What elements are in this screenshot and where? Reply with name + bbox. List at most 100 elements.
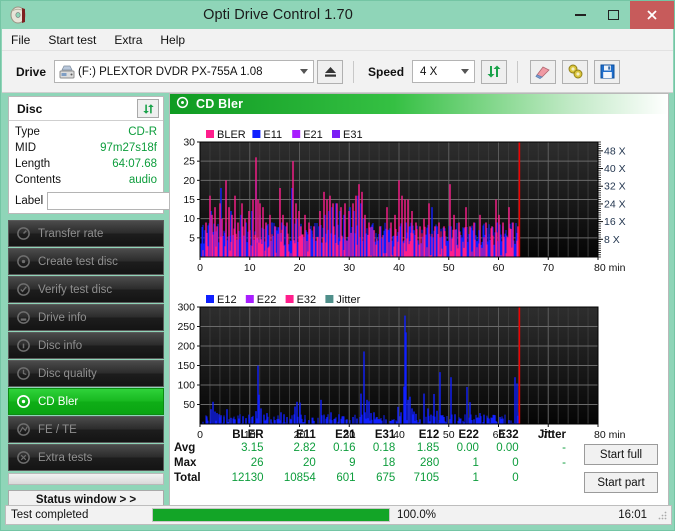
svg-text:200: 200 xyxy=(177,341,195,353)
svg-text:E32: E32 xyxy=(297,294,317,306)
svg-text:E12: E12 xyxy=(217,294,237,306)
svg-text:40: 40 xyxy=(393,262,405,274)
stat-cell: 0.18 xyxy=(372,442,396,454)
settings-button[interactable] xyxy=(562,59,589,84)
nav-list: Transfer rate Create test disc Verify te… xyxy=(8,220,164,471)
sidebar-item-disc-info[interactable]: Disc info xyxy=(8,332,164,359)
stat-cell: 280 xyxy=(420,457,440,469)
sidebar-item-disc-quality[interactable]: Disc quality xyxy=(8,360,164,387)
disc-info-box: Disc Type CD-R MID 97m27s18f Length 64:0… xyxy=(8,96,252,214)
menu-start-test[interactable]: Start test xyxy=(39,30,105,50)
start-part-button[interactable]: Start part xyxy=(584,472,658,493)
stat-cell xyxy=(523,471,570,486)
sidebar-item-transfer-rate[interactable]: Transfer rate xyxy=(8,220,164,247)
svg-text:16 X: 16 X xyxy=(604,216,626,228)
stat-cell: 1 xyxy=(472,457,479,469)
disc-label-caption: Label xyxy=(15,194,44,207)
disc-row-type: Type CD-R xyxy=(15,124,157,140)
menu-bar: File Start test Extra Help xyxy=(2,29,673,51)
speed-label: Speed xyxy=(368,64,405,79)
stat-cell: 675 xyxy=(376,472,396,484)
svg-text:40 X: 40 X xyxy=(604,163,626,175)
disc-length-value: 64:07.68 xyxy=(112,158,157,170)
stat-cell: 0.00 xyxy=(496,442,519,454)
extra-icon xyxy=(16,450,31,465)
svg-text:20: 20 xyxy=(183,175,195,187)
sidebar-label: Disc info xyxy=(38,339,83,352)
maximize-icon xyxy=(608,10,619,20)
svg-text:10: 10 xyxy=(244,262,256,274)
status-bar: Test completed 100.0% 16:01 xyxy=(5,505,672,525)
sidebar-label: CD Bler xyxy=(38,395,79,408)
menu-extra[interactable]: Extra xyxy=(105,30,151,50)
svg-text:50: 50 xyxy=(443,262,455,274)
start-full-button[interactable]: Start full xyxy=(584,444,658,465)
svg-text:10: 10 xyxy=(183,213,195,225)
speed-value: 4 X xyxy=(420,65,438,78)
sidebar-item-fe-te[interactable]: FE / TE xyxy=(8,416,164,443)
disc-properties: Type CD-R MID 97m27s18f Length 64:07.68 … xyxy=(9,121,252,210)
svg-text:80 min: 80 min xyxy=(594,262,626,274)
speed-select[interactable]: 4 X xyxy=(412,60,476,83)
left-panel: Disc Type CD-R MID 97m27s18f Length 64:0… xyxy=(8,96,252,510)
drive-select[interactable]: (F:) PLEXTOR DVDR PX-755A 1.08 xyxy=(54,60,315,83)
stat-cell: 3.15 xyxy=(241,442,264,454)
refresh-icon xyxy=(142,103,154,114)
stat-row-label: Avg xyxy=(174,442,196,454)
svg-text:24 X: 24 X xyxy=(604,198,626,210)
bler-chart: BLER E11 E21 E31 5 10 15 20 25 30 0 10 20 30 40 50 60 70 8… xyxy=(170,114,668,287)
stat-cell: 0.16 xyxy=(333,442,356,454)
svg-text:E22: E22 xyxy=(257,294,277,306)
sidebar-item-verify-test-disc[interactable]: Verify test disc xyxy=(8,276,164,303)
nav-spacer xyxy=(8,473,164,485)
start-buttons: Start full Start part xyxy=(584,444,658,500)
menu-file[interactable]: File xyxy=(2,30,39,50)
stat-cell: 20 xyxy=(303,457,316,469)
close-button[interactable] xyxy=(630,1,674,29)
stat-cell: 1 xyxy=(472,472,479,484)
sidebar-label: Drive info xyxy=(38,311,87,324)
stat-cell: - xyxy=(562,457,566,469)
menu-help[interactable]: Help xyxy=(151,30,194,50)
stat-cell: 0.00 xyxy=(456,442,479,454)
svg-text:60: 60 xyxy=(493,262,505,274)
sidebar-item-create-test-disc[interactable]: Create test disc xyxy=(8,248,164,275)
table-row: Avg 3.15 2.82 0.16 0.18 1.85 0.00 0.00 - xyxy=(170,441,570,456)
burn-icon xyxy=(16,254,31,269)
sidebar-item-drive-info[interactable]: Drive info xyxy=(8,304,164,331)
svg-text:300: 300 xyxy=(177,302,195,314)
svg-text:80 min: 80 min xyxy=(594,429,626,441)
erase-button[interactable] xyxy=(530,59,557,84)
eject-button[interactable] xyxy=(317,59,344,84)
fete-icon xyxy=(16,422,31,437)
drive-value: (F:) PLEXTOR DVDR PX-755A 1.08 xyxy=(78,65,263,78)
svg-text:E21: E21 xyxy=(303,129,323,141)
disc-type-label: Type xyxy=(15,126,40,138)
quality-icon xyxy=(16,366,31,381)
progress-percent: 100.0% xyxy=(397,509,437,521)
erase-icon xyxy=(535,66,550,79)
sidebar-label: Disc quality xyxy=(38,367,97,380)
stat-cell: 12130 xyxy=(231,472,264,484)
stat-cell: 10854 xyxy=(283,472,316,484)
chevron-down-icon xyxy=(461,68,470,74)
chevron-down-icon xyxy=(300,68,309,74)
disc-row-contents: Contents audio xyxy=(15,172,157,188)
sidebar-item-extra-tests[interactable]: Extra tests xyxy=(8,444,164,471)
refresh-button[interactable] xyxy=(481,59,508,84)
elapsed-time: 16:01 xyxy=(618,509,647,521)
resize-grip-icon[interactable] xyxy=(657,510,668,521)
refresh-icon xyxy=(487,65,501,78)
minimize-button[interactable] xyxy=(564,1,597,29)
save-button[interactable] xyxy=(594,59,621,84)
disc-type-value: CD-R xyxy=(128,126,157,138)
window-controls xyxy=(564,1,674,29)
sidebar-item-cd-bler[interactable]: CD Bler xyxy=(8,388,164,415)
eject-icon xyxy=(324,67,336,77)
stat-col-e12: E12 xyxy=(418,429,440,441)
stat-col-jitter: Jitter xyxy=(537,429,566,441)
disc-refresh-button[interactable] xyxy=(137,99,159,118)
stat-cell: 0 xyxy=(512,457,519,469)
maximize-button[interactable] xyxy=(597,1,630,29)
svg-text:100: 100 xyxy=(177,380,195,392)
